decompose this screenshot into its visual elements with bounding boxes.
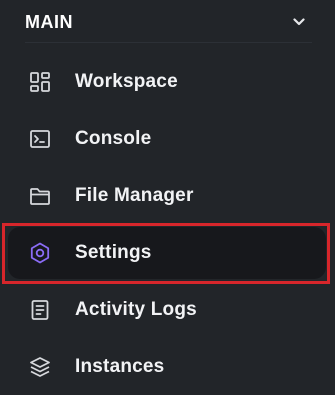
sidebar-item-label: Settings: [75, 242, 152, 263]
section-title: MAIN: [25, 11, 73, 32]
section-header-main[interactable]: MAIN: [25, 8, 312, 36]
sidebar-item-label: Instances: [75, 356, 165, 377]
sidebar-item-file-manager[interactable]: File Manager: [8, 170, 326, 222]
sidebar-item-label: Console: [75, 128, 152, 149]
grid-layout-icon: [28, 70, 52, 94]
sidebar-item-label: Workspace: [75, 71, 178, 92]
sidebar-item-workspace[interactable]: Workspace: [8, 56, 326, 108]
sidebar-item-label: File Manager: [75, 185, 194, 206]
sidebar-item-instances[interactable]: Instances: [8, 341, 326, 393]
layers-icon: [28, 355, 52, 379]
sidebar-item-label: Activity Logs: [75, 299, 197, 320]
sidebar-item-console[interactable]: Console: [8, 113, 326, 165]
section-divider: [25, 42, 312, 43]
document-icon: [28, 298, 52, 322]
chevron-down-icon[interactable]: [292, 15, 306, 29]
gear-icon: [28, 241, 52, 265]
terminal-icon: [28, 127, 52, 151]
sidebar-item-settings[interactable]: Settings: [8, 227, 326, 279]
folder-icon: [28, 184, 52, 208]
sidebar-item-activity-logs[interactable]: Activity Logs: [8, 284, 326, 336]
sidebar: MAIN Workspace Console File Manager Sett…: [0, 0, 335, 395]
